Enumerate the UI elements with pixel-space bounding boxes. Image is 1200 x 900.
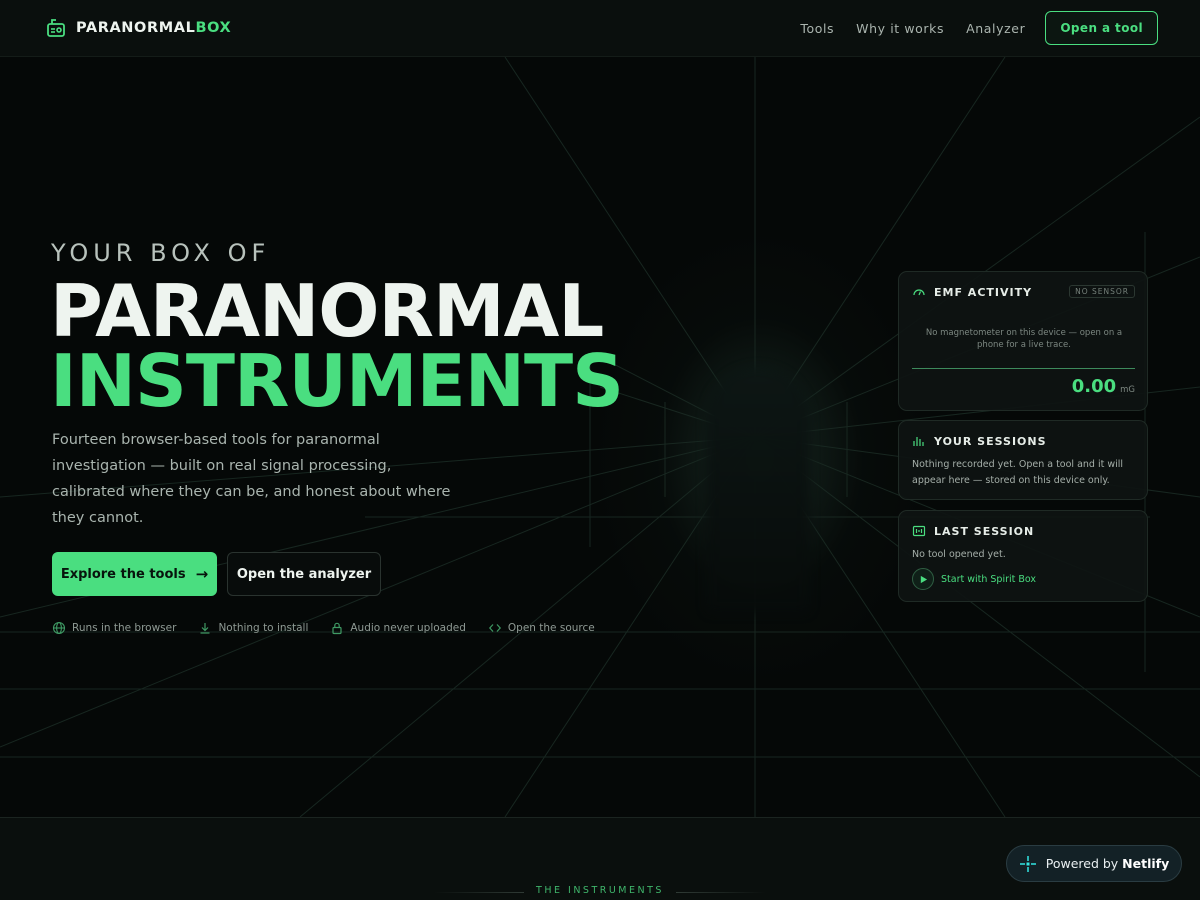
hero-title-line2: INSTRUMENTS xyxy=(50,339,624,423)
panel-title: EMF ACTIVITY xyxy=(934,285,1033,299)
emf-activity-panel: EMF ACTIVITY NO SENSOR No magnetometer o… xyxy=(898,271,1148,411)
no-sensor-badge: NO SENSOR xyxy=(1069,285,1135,298)
radio-box-icon xyxy=(47,19,65,37)
explore-tools-label: Explore the tools xyxy=(60,566,186,582)
bars-icon xyxy=(913,437,924,446)
emf-message: No magnetometer on this device — open on… xyxy=(925,328,1123,350)
panel-header: LAST SESSION xyxy=(912,524,1034,538)
panel-header: YOUR SESSIONS xyxy=(912,434,1047,448)
play-icon xyxy=(912,568,934,590)
nav-links: Tools Why it works Analyzer Open a tool xyxy=(778,11,1158,45)
netlify-prefix: Powered by xyxy=(1045,856,1119,871)
feature-label: Audio never uploaded xyxy=(350,622,466,634)
panel-title: YOUR SESSIONS xyxy=(934,434,1047,448)
radio-icon xyxy=(912,525,926,537)
explore-tools-button[interactable]: Explore the tools → xyxy=(52,552,217,596)
emf-value: 0.00 xyxy=(1071,376,1117,397)
start-link-label: Start with Spirit Box xyxy=(941,573,1037,585)
arrow-right-icon: → xyxy=(195,565,209,583)
brand-logo[interactable]: PARANORMALBOX xyxy=(46,18,231,38)
gauge-icon xyxy=(913,289,925,296)
netlify-logo-icon xyxy=(1019,855,1036,872)
emf-trace-line xyxy=(912,368,1135,369)
feature-label: Runs in the browser xyxy=(72,622,177,634)
section-label: THE INSTRUMENTS xyxy=(536,885,664,896)
netlify-brand: Netlify xyxy=(1122,856,1170,871)
feature-item[interactable]: Open the source xyxy=(488,621,595,635)
brand-name-accent: BOX xyxy=(195,20,232,36)
ghost-silhouette xyxy=(706,367,810,613)
feature-list: Runs in the browser Nothing to install A… xyxy=(52,621,617,635)
divider-right xyxy=(676,892,766,893)
feature-label: Open the source xyxy=(507,622,595,634)
hero-eyebrow: YOUR BOX OF xyxy=(51,239,271,267)
start-spirit-box-link[interactable]: Start with Spirit Box xyxy=(912,568,1036,590)
download-icon xyxy=(200,623,210,634)
feature-item: Nothing to install xyxy=(198,621,308,635)
feature-item: Audio never uploaded xyxy=(330,621,466,635)
last-session-text: No tool opened yet. xyxy=(912,549,1006,560)
hero-section: YOUR BOX OF PARANORMAL INSTRUMENTS Fourt… xyxy=(0,57,1200,817)
panel-header: EMF ACTIVITY xyxy=(912,285,1032,299)
top-nav: PARANORMALBOX Tools Why it works Analyze… xyxy=(0,0,1200,57)
play-triangle-icon xyxy=(920,575,927,583)
nav-link-tools[interactable]: Tools xyxy=(800,21,834,36)
nav-link-analyzer[interactable]: Analyzer xyxy=(966,21,1025,36)
netlify-badge[interactable]: Powered by Netlify xyxy=(1006,845,1182,882)
brand-name: PARANORMALBOX xyxy=(76,20,231,36)
your-sessions-panel: YOUR SESSIONS Nothing recorded yet. Open… xyxy=(898,420,1148,500)
netlify-text: Powered by Netlify xyxy=(1046,856,1170,871)
sessions-text: Nothing recorded yet. Open a tool and it… xyxy=(912,459,1124,486)
globe-icon xyxy=(52,621,66,635)
open-a-tool-button[interactable]: Open a tool xyxy=(1045,11,1158,45)
emf-readout: 0.00 mG xyxy=(1072,376,1135,397)
emf-unit: mG xyxy=(1120,385,1135,395)
last-session-panel: LAST SESSION No tool opened yet. Start w… xyxy=(898,510,1148,602)
lock-icon xyxy=(332,622,342,635)
panel-title: LAST SESSION xyxy=(934,524,1035,538)
feature-label: Nothing to install xyxy=(218,622,309,634)
code-icon xyxy=(488,624,501,632)
nav-link-why-it-works[interactable]: Why it works xyxy=(856,21,944,36)
feature-item: Runs in the browser xyxy=(52,621,176,635)
brand-name-main: PARANORMAL xyxy=(76,20,196,36)
hero-description: Fourteen browser-based tools for paranor… xyxy=(52,432,451,526)
open-analyzer-button[interactable]: Open the analyzer xyxy=(227,552,381,596)
